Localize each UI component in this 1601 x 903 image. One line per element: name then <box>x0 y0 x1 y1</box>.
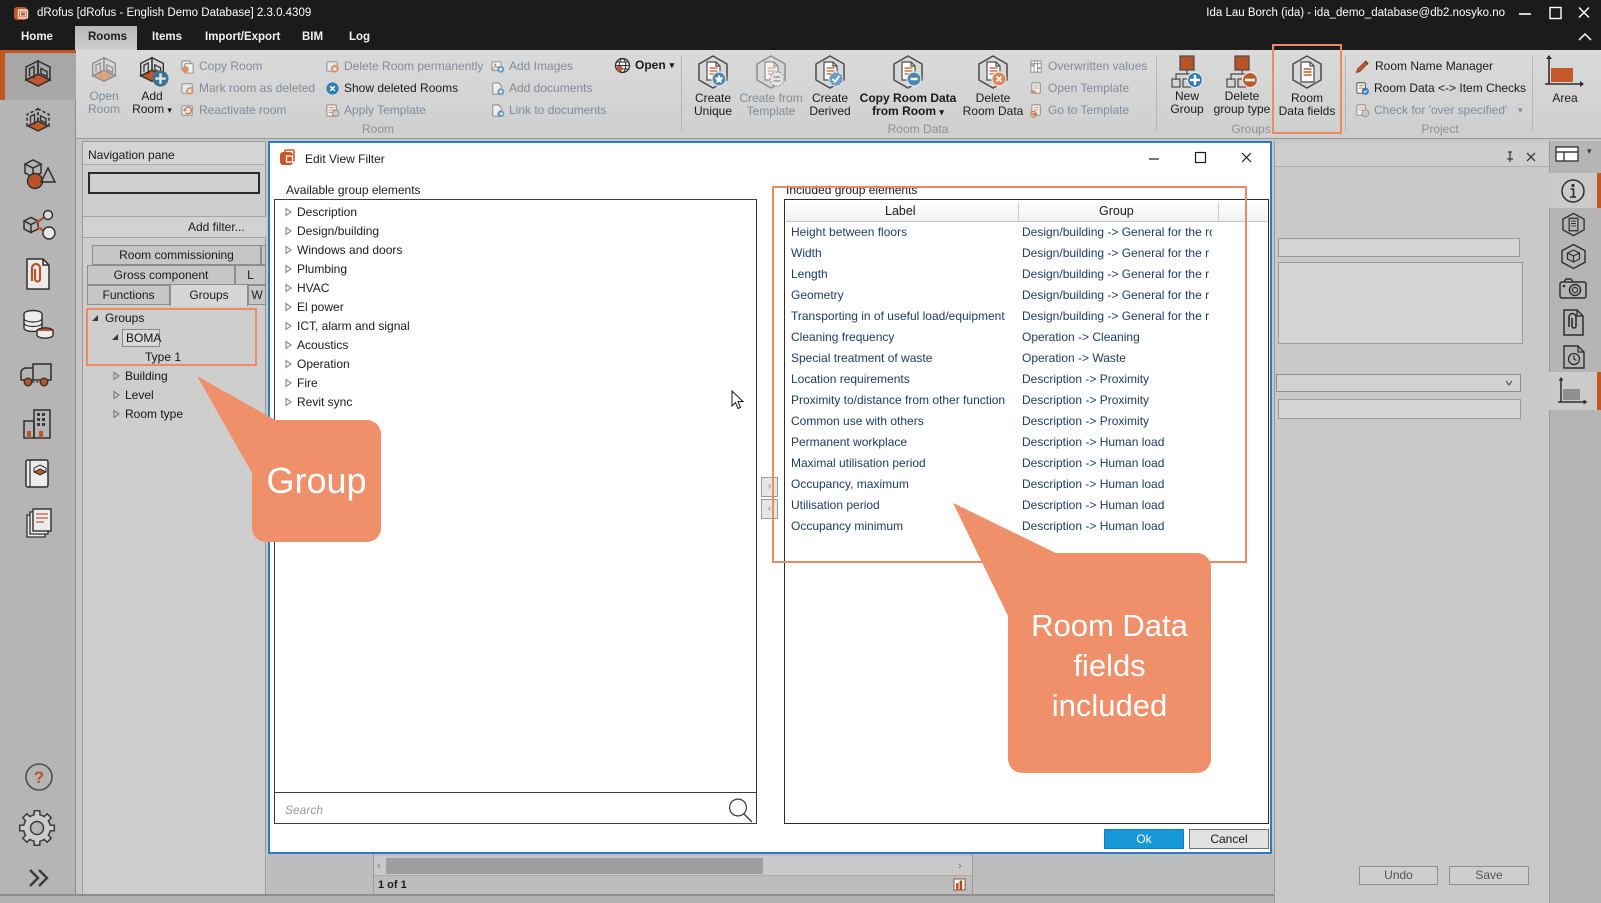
svg-text:?: ? <box>34 768 44 787</box>
